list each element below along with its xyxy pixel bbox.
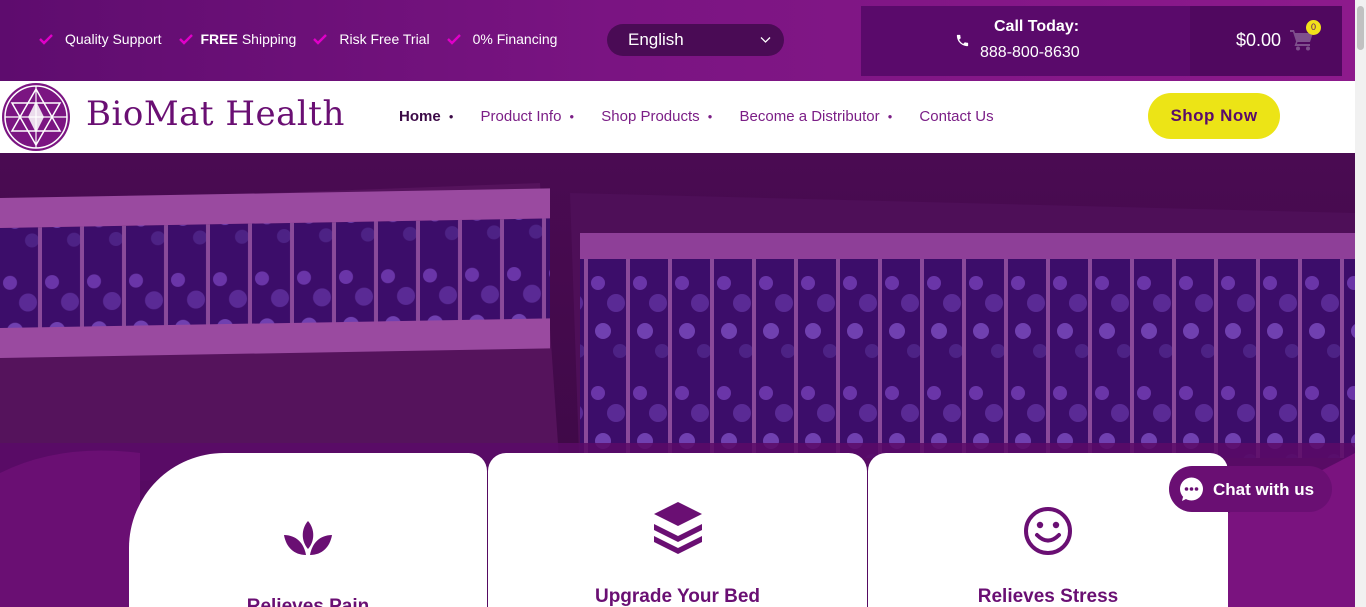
perk-risk-free-trial: Risk Free Trial <box>312 31 430 47</box>
card-title: Upgrade Your Bed <box>594 586 761 607</box>
call-link[interactable]: Call Today: 888-800-8630 <box>861 6 1190 76</box>
shop-now-button[interactable]: Shop Now <box>1148 93 1280 139</box>
layers-icon <box>653 502 702 554</box>
perk-label: 0% Financing <box>472 31 558 47</box>
page-scrollbar[interactable] <box>1355 0 1366 607</box>
nav-label: Contact Us <box>919 108 994 125</box>
dropdown-caret-icon: ● <box>707 112 713 121</box>
perk-label: Shipping <box>241 31 297 47</box>
perk-free-shipping: FREE Shipping <box>178 31 297 47</box>
check-icon <box>178 34 193 45</box>
nav-shop-products[interactable]: Shop Products ● <box>601 108 712 125</box>
check-icon <box>313 34 328 45</box>
call-number[interactable]: 888-800-8630 <box>980 44 1080 62</box>
nav-label: Home <box>399 108 441 125</box>
language-select[interactable]: English <box>607 24 784 56</box>
call-title: Call Today: <box>994 18 1080 35</box>
feature-card-bed: Upgrade Your Bed <box>488 453 867 607</box>
main-header: BioMat Health Home ● Product Info ● Shop P… <box>0 81 1355 153</box>
cart-total: $0.00 <box>1236 30 1282 50</box>
card-title: Relieves Stress <box>977 586 1119 607</box>
dropdown-caret-icon: ● <box>887 112 893 121</box>
hero-section: Relieves Pain Upgrade Your Bed Relieves … <box>0 153 1355 607</box>
dropdown-caret-icon: ● <box>448 112 454 121</box>
perk-quality-support: Quality Support <box>38 31 162 47</box>
nav-home[interactable]: Home ● <box>399 108 454 125</box>
perks-list: Quality Support FREE Shipping Risk Free T… <box>38 31 557 47</box>
check-icon <box>446 34 461 45</box>
cart-button[interactable]: $0.00 0 <box>1190 6 1342 76</box>
perk-label: Quality Support <box>65 31 162 47</box>
nav-label: Shop Products <box>601 108 700 125</box>
lotus-icon <box>284 521 332 555</box>
call-box: Call Today: 888-800-8630 $0.00 0 <box>861 6 1342 76</box>
cart-count-badge: 0 <box>1306 20 1321 35</box>
main-nav: Home ● Product Info ● Shop Products ● Becom… <box>399 108 994 125</box>
dropdown-caret-icon: ● <box>569 112 575 121</box>
nav-label: Product Info <box>480 108 562 125</box>
smile-icon <box>1024 507 1072 555</box>
logo-mandala-icon[interactable] <box>1 81 71 153</box>
nav-label: Become a Distributor <box>739 108 880 125</box>
chevron-down-icon <box>760 37 771 43</box>
language-value: English <box>628 30 684 49</box>
perk-label: Risk Free Trial <box>339 31 430 47</box>
nav-become-distributor[interactable]: Become a Distributor ● <box>740 108 893 125</box>
nav-product-info[interactable]: Product Info ● <box>481 108 575 125</box>
chat-bubble-icon <box>1180 477 1203 501</box>
phone-icon <box>956 34 969 47</box>
feature-card-pain: Relieves Pain <box>129 453 487 607</box>
top-bar: Quality Support FREE Shipping Risk Free T… <box>0 0 1355 81</box>
perk-bold: FREE <box>200 31 238 47</box>
scrollbar-thumb[interactable] <box>1357 6 1364 50</box>
nav-contact-us[interactable]: Contact Us <box>919 108 993 125</box>
check-icon <box>39 34 53 45</box>
perk-financing: 0% Financing <box>446 31 558 47</box>
card-title: Relieves Pain <box>246 596 370 607</box>
chat-with-us-button[interactable]: Chat with us <box>1169 466 1332 512</box>
logo-text[interactable]: BioMat Health <box>86 94 345 134</box>
chat-label: Chat with us <box>1213 480 1315 499</box>
